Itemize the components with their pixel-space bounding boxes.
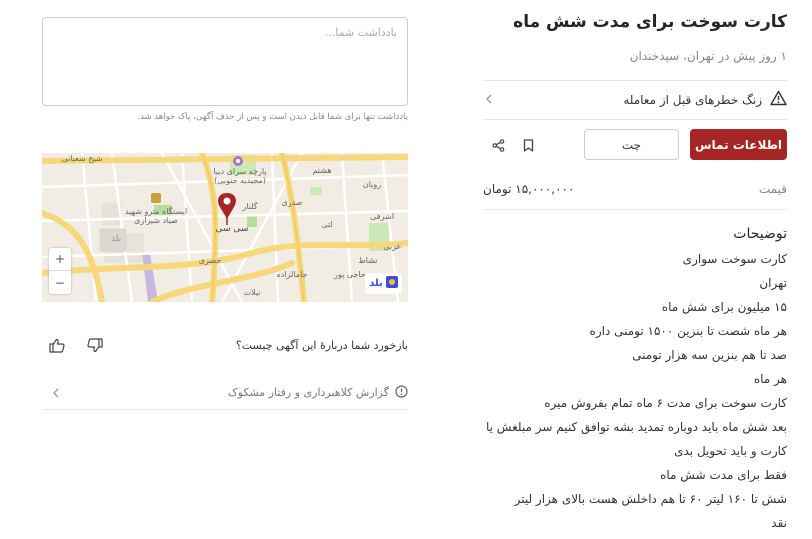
map-label: صیاد شیرازی: [134, 216, 178, 225]
warning-row[interactable]: زنگ خطرهای قبل از معامله: [483, 81, 787, 119]
ad-subtitle: ۱ روز پیش در تهران، سیدخندان: [629, 49, 787, 63]
description-line: تهران: [759, 276, 787, 290]
zoom-in-button[interactable]: +: [49, 248, 71, 271]
price-row: قیمت ۱۵,۰۰۰,۰۰۰ تومان: [483, 174, 787, 204]
map-label: حاجی پور: [333, 270, 366, 279]
contact-info-button[interactable]: اطلاعات تماس: [690, 129, 787, 160]
map-label: جامالزاده: [277, 270, 308, 279]
map-label: لتی: [321, 220, 333, 229]
description-line: شش تا ۱۶۰ لیتر ۶۰ تا هم داخلش هست بالای …: [514, 492, 787, 506]
map-label: هشتم: [312, 166, 331, 175]
thumbs-up-icon[interactable]: [48, 336, 66, 354]
report-label: گزارش کلاهبرداری و رفتار مشکوک: [227, 386, 389, 399]
feedback-buttons: [42, 336, 104, 354]
description-line: هر ماه شصت تا بنزین ۱۵۰۰ تومنی داره: [589, 324, 787, 338]
map-label: صدری: [281, 198, 302, 207]
description-title: توضیحات: [733, 226, 787, 242]
warning-label: زنگ خطرهای قبل از معامله: [623, 93, 762, 107]
map-badge-label: بلد: [369, 278, 383, 289]
ad-details-panel: کارت سوخت برای مدت شش ماه ۱ روز پیش در ت…: [483, 0, 787, 539]
warning-triangle-icon: [770, 90, 787, 110]
map-zoom-control: + −: [49, 248, 71, 294]
map-label: پارچه سرای دیبا: [213, 167, 266, 176]
report-content: گزارش کلاهبرداری و رفتار مشکوک: [228, 383, 408, 402]
map-label: رویان: [363, 180, 381, 189]
chat-button[interactable]: چت: [584, 129, 679, 160]
map-provider-badge[interactable]: بلد: [365, 273, 402, 294]
location-map[interactable]: پارچه سرای دیبا (مجیدیه جنوبی) ایستگاه م…: [42, 153, 408, 302]
description-line: کارت و باید تحویل بدی: [674, 444, 787, 458]
zoom-out-button[interactable]: −: [49, 271, 71, 294]
map-label: بلد: [111, 234, 121, 244]
share-icon[interactable]: [489, 136, 507, 154]
chevron-left-icon: [483, 93, 493, 108]
map-label: سی سی: [216, 224, 249, 234]
info-circle-icon: [395, 383, 408, 402]
description-line: ۱۵ میلیون برای شش ماه: [661, 300, 787, 314]
thumbs-down-icon[interactable]: [86, 336, 104, 354]
action-buttons: اطلاعات تماس چت: [483, 129, 787, 161]
description-line: هر ماه: [753, 372, 787, 386]
feedback-question: بازخورد شما دربارهٔ این آگهی چیست؟: [235, 338, 408, 352]
map-label: اشرفی: [370, 212, 394, 221]
description-line: صد تا هم بنزین سه هزار تومنی: [632, 348, 787, 362]
description-line: کارت سوخت برای مدت ۶ ماه تمام بفروش میره: [544, 396, 787, 410]
description-line: فقط برای مدت شش ماه: [660, 468, 787, 482]
map-label: حصری: [199, 256, 222, 265]
note-input[interactable]: [42, 17, 408, 106]
ad-title: کارت سوخت برای مدت شش ماه: [513, 12, 787, 32]
map-label: گلنار: [241, 201, 257, 211]
description-line: کارت سوخت سواری: [682, 252, 787, 266]
note-hint: یادداشت تنها برای شما قابل دیدن است و پس…: [137, 112, 408, 122]
side-panel: یادداشت تنها برای شما قابل دیدن است و پس…: [42, 0, 408, 539]
map-label: نیلات: [244, 288, 261, 297]
map-canvas: پارچه سرای دیبا (مجیدیه جنوبی) ایستگاه م…: [42, 153, 408, 302]
feedback-row: بازخورد شما دربارهٔ این آگهی چیست؟: [42, 333, 408, 357]
price-label: قیمت: [758, 182, 787, 196]
map-label: غربی: [383, 242, 401, 251]
price-value: ۱۵,۰۰۰,۰۰۰ تومان: [483, 182, 575, 196]
report-link[interactable]: گزارش کلاهبرداری و رفتار مشکوک: [42, 376, 408, 410]
divider: [483, 209, 787, 210]
map-label: شیخ شعبانی: [61, 154, 102, 163]
description-line: بعد شش ماه باید دوباره تمدید بشه توافق ک…: [486, 420, 787, 434]
map-label: ایستگاه مترو شهید: [125, 206, 187, 216]
description-line: نقد: [771, 516, 787, 530]
map-label: (مجیدیه جنوبی): [214, 176, 266, 185]
chevron-left-icon: [42, 383, 60, 402]
divider: [483, 119, 787, 120]
map-label: نشاط: [358, 256, 377, 265]
description-body: کارت سوخت سواری تهران ۱۵ میلیون برای شش …: [483, 247, 787, 535]
map-logo-icon: [385, 276, 398, 291]
bookmark-icon[interactable]: [519, 136, 537, 154]
